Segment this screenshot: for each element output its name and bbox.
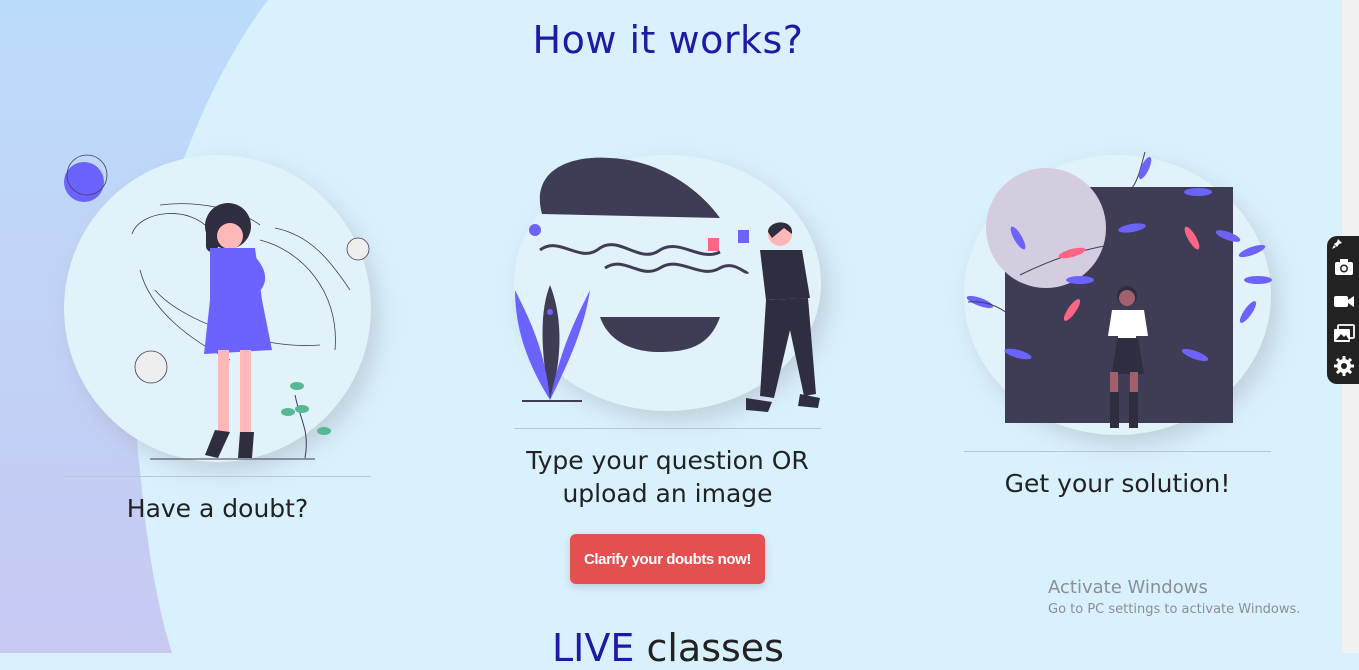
step-caption-line: Have a doubt? [126,494,309,523]
thinking-woman-illustration [64,154,370,460]
watermark-title: Activate Windows [1048,577,1208,598]
step-divider [64,476,371,477]
video-icon[interactable] [1333,290,1355,312]
step-divider [514,428,821,429]
next-section-title: LIVE classes [0,626,1336,670]
solution-illustration [966,151,1272,428]
step-caption-line: Type your question OR [526,446,809,475]
step-caption-line: upload an image [562,479,773,508]
next-section-accent: LIVE [552,626,635,670]
next-section-rest: classes [634,626,784,670]
question-upload-illustration [515,157,820,412]
activation-watermark: Activate Windows Go to PC settings to ac… [1048,577,1300,617]
watermark-subtitle: Go to PC settings to activate Windows. [1048,602,1301,617]
gear-icon[interactable] [1333,355,1355,377]
step-caption: Have a doubt? [64,492,371,525]
pin-icon[interactable] [1332,239,1342,249]
step-caption: Type your question OR upload an image [490,444,845,510]
step-caption: Get your solution! [940,467,1295,500]
section-title: How it works? [532,18,804,62]
step-divider [964,451,1271,452]
clarify-doubts-button[interactable]: Clarify your doubts now! [570,534,765,584]
step-caption-line: Get your solution! [1004,469,1231,498]
camera-icon[interactable] [1333,256,1355,278]
gallery-icon[interactable] [1333,323,1355,345]
capture-toolbar [1327,236,1359,384]
